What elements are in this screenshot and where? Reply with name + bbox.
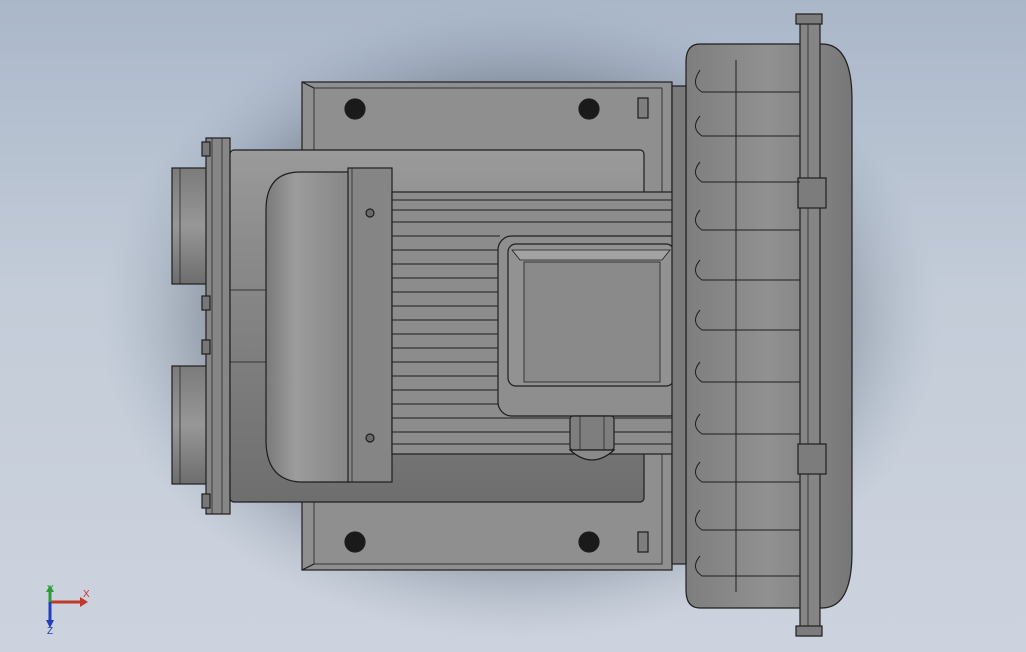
end-cap-bolt-bottom xyxy=(365,433,375,443)
mount-hole-top-right xyxy=(578,98,600,120)
housing-flange[interactable] xyxy=(799,15,821,637)
graphics-viewport[interactable]: X Y Z xyxy=(0,0,1026,652)
cable-gland[interactable] xyxy=(569,415,615,451)
pipe-flange[interactable] xyxy=(205,137,231,515)
y-axis-label: Y xyxy=(47,584,54,595)
z-axis-label: Z xyxy=(47,626,54,637)
blower-motor-model[interactable] xyxy=(0,0,1026,652)
end-cap-bolt-top xyxy=(365,208,375,218)
mount-hole-top-left xyxy=(344,98,366,120)
motor-end-cap[interactable] xyxy=(265,171,351,483)
x-axis-label: X xyxy=(83,589,90,600)
mount-hole-bottom-right xyxy=(578,531,600,553)
blower-housing[interactable] xyxy=(685,43,853,609)
coordinate-triad[interactable]: X Y Z xyxy=(38,584,98,644)
mount-hole-bottom-left xyxy=(344,531,366,553)
